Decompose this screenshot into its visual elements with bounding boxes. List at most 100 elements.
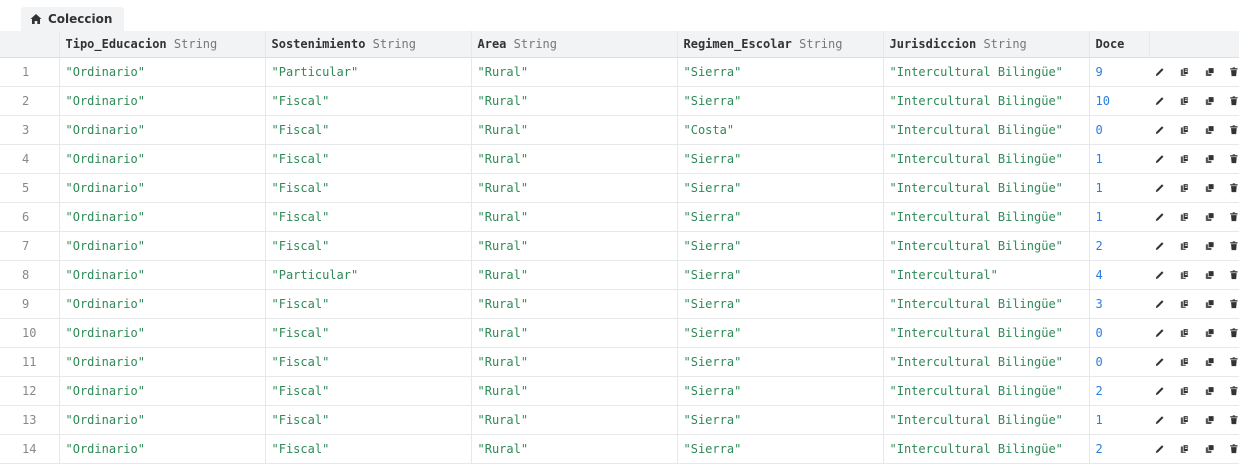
cell-area[interactable]: "Rural": [470, 231, 677, 261]
trash-icon[interactable]: [1229, 240, 1239, 252]
cell-sostenimiento[interactable]: "Fiscal": [264, 86, 471, 116]
table-row[interactable]: 5 "Ordinario" "Fiscal" "Rural" "Sierra" "Inte…: [0, 173, 1239, 203]
pencil-icon[interactable]: [1155, 298, 1165, 310]
pencil-icon[interactable]: [1155, 153, 1165, 165]
copy-icon[interactable]: [1180, 327, 1190, 339]
cell-sostenimiento[interactable]: "Fiscal": [264, 144, 471, 174]
cell-tipo-educacion[interactable]: "Ordinario": [58, 173, 265, 203]
cell-tipo-educacion[interactable]: "Ordinario": [58, 289, 265, 319]
cell-sostenimiento[interactable]: "Fiscal": [264, 289, 471, 319]
cell-regimen-escolar[interactable]: "Sierra": [676, 318, 883, 348]
cell-doce[interactable]: 1: [1088, 202, 1149, 232]
tab-coleccion[interactable]: Coleccion: [21, 7, 125, 31]
cell-doce[interactable]: 1: [1088, 405, 1149, 435]
cell-jurisdiccion[interactable]: "Intercultural": [882, 260, 1089, 290]
clone-icon[interactable]: [1205, 385, 1215, 397]
cell-jurisdiccion[interactable]: "Intercultural Bilingüe": [882, 144, 1089, 174]
cell-sostenimiento[interactable]: "Fiscal": [264, 318, 471, 348]
copy-icon[interactable]: [1180, 95, 1190, 107]
cell-regimen-escolar[interactable]: "Sierra": [676, 347, 883, 377]
copy-icon[interactable]: [1180, 356, 1190, 368]
table-row[interactable]: 6 "Ordinario" "Fiscal" "Rural" "Sierra" "Inte…: [0, 202, 1239, 232]
copy-icon[interactable]: [1180, 66, 1190, 78]
table-row[interactable]: 2 "Ordinario" "Fiscal" "Rural" "Sierra" "Inte…: [0, 86, 1239, 116]
table-row[interactable]: 3 "Ordinario" "Fiscal" "Rural" "Costa" "Inter…: [0, 115, 1239, 145]
cell-doce[interactable]: 9: [1088, 57, 1149, 87]
cell-sostenimiento[interactable]: "Fiscal": [264, 115, 471, 145]
copy-icon[interactable]: [1180, 182, 1190, 194]
table-row[interactable]: 13 "Ordinario" "Fiscal" "Rural" "Sierra" "Int…: [0, 405, 1239, 435]
cell-sostenimiento[interactable]: "Fiscal": [264, 202, 471, 232]
clone-icon[interactable]: [1205, 153, 1215, 165]
clone-icon[interactable]: [1205, 414, 1215, 426]
trash-icon[interactable]: [1229, 385, 1239, 397]
cell-area[interactable]: "Rural": [470, 173, 677, 203]
cell-regimen-escolar[interactable]: "Sierra": [676, 434, 883, 464]
pencil-icon[interactable]: [1155, 327, 1165, 339]
cell-jurisdiccion[interactable]: "Intercultural Bilingüe": [882, 57, 1089, 87]
cell-regimen-escolar[interactable]: "Sierra": [676, 57, 883, 87]
header-regimen-escolar[interactable]: Regimen_Escolar String: [676, 31, 883, 58]
cell-regimen-escolar[interactable]: "Sierra": [676, 376, 883, 406]
cell-tipo-educacion[interactable]: "Ordinario": [58, 434, 265, 464]
table-row[interactable]: 1 "Ordinario" "Particular" "Rural" "Sierra" "…: [0, 57, 1239, 87]
cell-sostenimiento[interactable]: "Particular": [264, 260, 471, 290]
cell-jurisdiccion[interactable]: "Intercultural Bilingüe": [882, 173, 1089, 203]
pencil-icon[interactable]: [1155, 211, 1165, 223]
header-tipo-educacion[interactable]: Tipo_Educacion String: [58, 31, 265, 58]
clone-icon[interactable]: [1205, 95, 1215, 107]
pencil-icon[interactable]: [1155, 385, 1165, 397]
cell-sostenimiento[interactable]: "Fiscal": [264, 231, 471, 261]
cell-tipo-educacion[interactable]: "Ordinario": [58, 376, 265, 406]
cell-doce[interactable]: 2: [1088, 376, 1149, 406]
pencil-icon[interactable]: [1155, 66, 1165, 78]
pencil-icon[interactable]: [1155, 414, 1165, 426]
trash-icon[interactable]: [1229, 124, 1239, 136]
cell-area[interactable]: "Rural": [470, 202, 677, 232]
cell-regimen-escolar[interactable]: "Sierra": [676, 231, 883, 261]
trash-icon[interactable]: [1229, 327, 1239, 339]
pencil-icon[interactable]: [1155, 124, 1165, 136]
cell-regimen-escolar[interactable]: "Sierra": [676, 405, 883, 435]
cell-jurisdiccion[interactable]: "Intercultural Bilingüe": [882, 376, 1089, 406]
clone-icon[interactable]: [1205, 298, 1215, 310]
cell-sostenimiento[interactable]: "Fiscal": [264, 434, 471, 464]
clone-icon[interactable]: [1205, 327, 1215, 339]
cell-jurisdiccion[interactable]: "Intercultural Bilingüe": [882, 318, 1089, 348]
copy-icon[interactable]: [1180, 443, 1190, 455]
table-row[interactable]: 11 "Ordinario" "Fiscal" "Rural" "Sierra" "Int…: [0, 347, 1239, 377]
cell-sostenimiento[interactable]: "Fiscal": [264, 347, 471, 377]
trash-icon[interactable]: [1229, 414, 1239, 426]
trash-icon[interactable]: [1229, 182, 1239, 194]
copy-icon[interactable]: [1180, 385, 1190, 397]
cell-area[interactable]: "Rural": [470, 144, 677, 174]
table-row[interactable]: 12 "Ordinario" "Fiscal" "Rural" "Sierra" "Int…: [0, 376, 1239, 406]
cell-doce[interactable]: 3: [1088, 289, 1149, 319]
pencil-icon[interactable]: [1155, 356, 1165, 368]
cell-jurisdiccion[interactable]: "Intercultural Bilingüe": [882, 405, 1089, 435]
cell-sostenimiento[interactable]: "Fiscal": [264, 376, 471, 406]
clone-icon[interactable]: [1205, 66, 1215, 78]
cell-jurisdiccion[interactable]: "Intercultural Bilingüe": [882, 231, 1089, 261]
clone-icon[interactable]: [1205, 182, 1215, 194]
cell-tipo-educacion[interactable]: "Ordinario": [58, 231, 265, 261]
cell-area[interactable]: "Rural": [470, 347, 677, 377]
cell-area[interactable]: "Rural": [470, 260, 677, 290]
header-jurisdiccion[interactable]: Jurisdiccion String: [882, 31, 1089, 58]
table-row[interactable]: 9 "Ordinario" "Fiscal" "Rural" "Sierra" "Inte…: [0, 289, 1239, 319]
cell-tipo-educacion[interactable]: "Ordinario": [58, 347, 265, 377]
cell-area[interactable]: "Rural": [470, 376, 677, 406]
cell-regimen-escolar[interactable]: "Sierra": [676, 260, 883, 290]
table-row[interactable]: 14 "Ordinario" "Fiscal" "Rural" "Sierra" "Int…: [0, 434, 1239, 464]
copy-icon[interactable]: [1180, 414, 1190, 426]
trash-icon[interactable]: [1229, 443, 1239, 455]
cell-tipo-educacion[interactable]: "Ordinario": [58, 260, 265, 290]
pencil-icon[interactable]: [1155, 240, 1165, 252]
cell-area[interactable]: "Rural": [470, 434, 677, 464]
cell-doce[interactable]: 0: [1088, 318, 1149, 348]
cell-doce[interactable]: 4: [1088, 260, 1149, 290]
clone-icon[interactable]: [1205, 356, 1215, 368]
header-sostenimiento[interactable]: Sostenimiento String: [264, 31, 471, 58]
pencil-icon[interactable]: [1155, 182, 1165, 194]
cell-regimen-escolar[interactable]: "Sierra": [676, 289, 883, 319]
